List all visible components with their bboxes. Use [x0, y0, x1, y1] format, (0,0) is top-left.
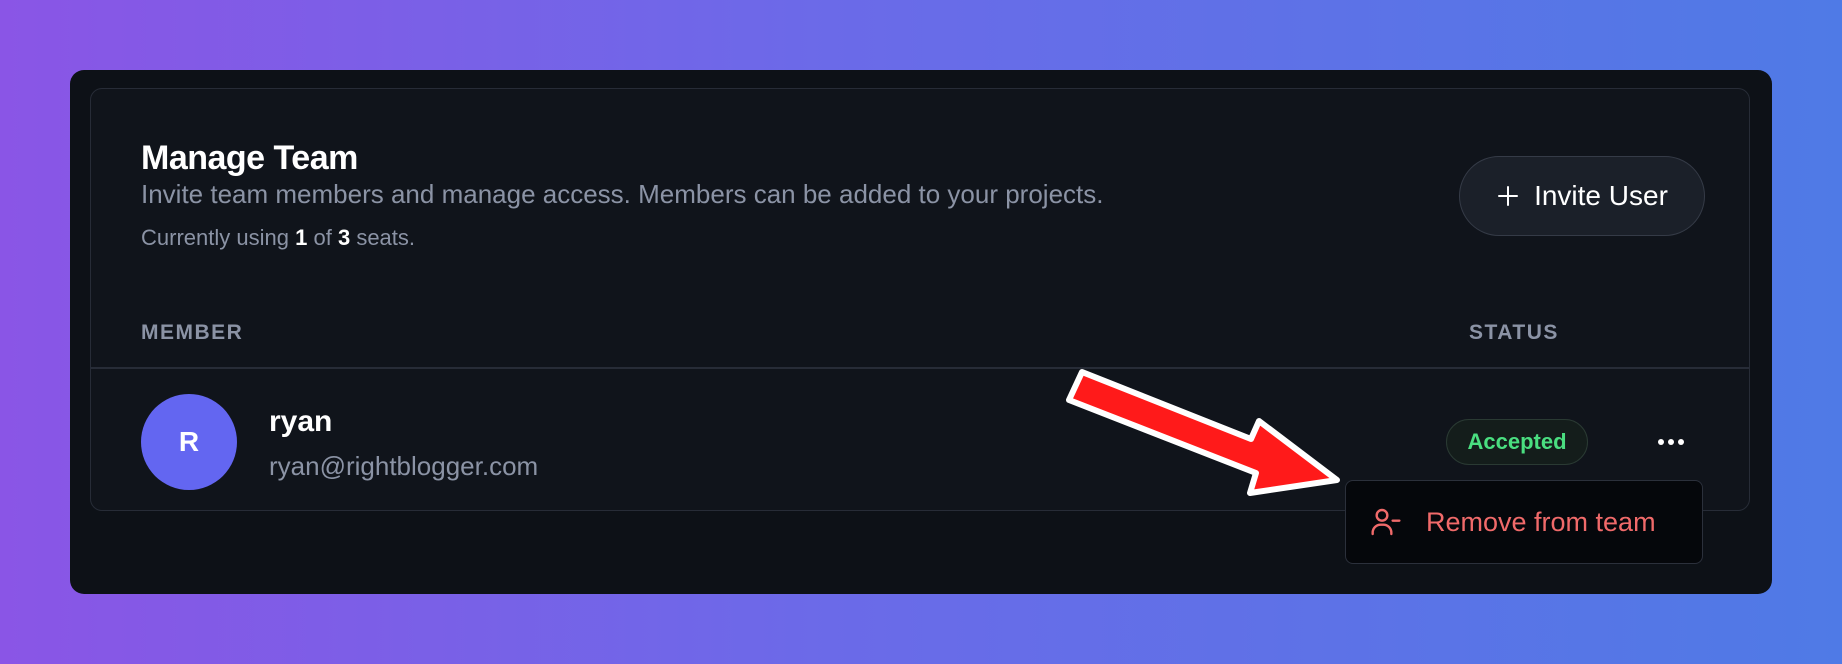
seat-usage-of: of [313, 225, 332, 250]
red-arrow-icon [1066, 369, 1340, 496]
page-title: Manage Team [141, 139, 358, 177]
invite-user-label: Invite User [1534, 180, 1668, 211]
table-divider [91, 367, 1749, 369]
seat-usage: Currently using 1 of 3 seats. [141, 225, 415, 251]
seat-usage-suffix: seats. [356, 225, 416, 250]
status-badge: Accepted [1446, 419, 1588, 465]
seats-used: 1 [295, 225, 308, 250]
seat-usage-prefix: Currently using [141, 225, 289, 250]
avatar: R [141, 394, 237, 490]
user-minus-icon [1371, 508, 1401, 536]
column-header-member: MEMBER [141, 321, 244, 344]
plus-icon [1498, 186, 1519, 206]
invite-user-button[interactable]: Invite User [1459, 156, 1705, 236]
manage-team-panel: Manage Team Invite team members and mana… [90, 88, 1750, 511]
settings-card: Manage Team Invite team members and mana… [70, 70, 1772, 594]
member-name: ryan [269, 405, 333, 438]
seats-total: 3 [337, 225, 351, 250]
remove-from-team-label: Remove from team [1426, 506, 1656, 537]
page-subtitle: Invite team members and manage access. M… [141, 179, 1104, 209]
more-options-button[interactable] [1651, 427, 1691, 457]
member-email: ryan@rightblogger.com [269, 451, 539, 481]
more-horizontal-icon [1658, 439, 1684, 445]
column-header-status: STATUS [1469, 321, 1559, 344]
remove-from-team-menu-item[interactable]: Remove from team [1345, 480, 1703, 564]
